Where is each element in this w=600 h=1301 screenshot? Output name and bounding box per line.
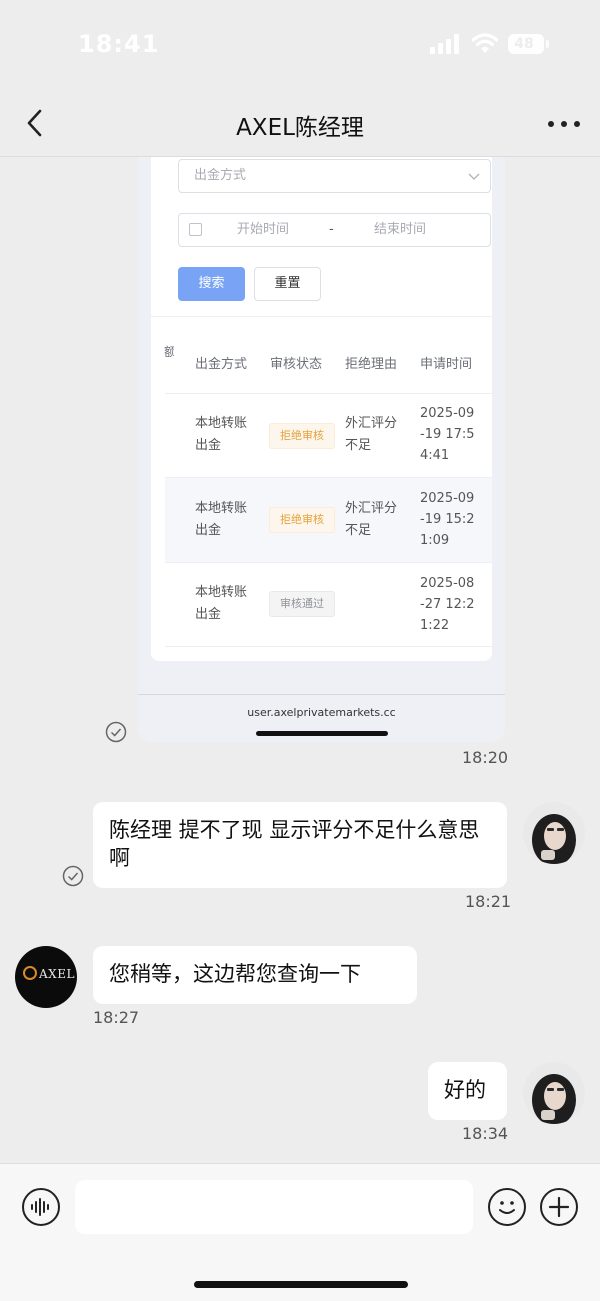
- column-header-time: 申请时间: [420, 357, 473, 372]
- row-divider: [165, 393, 492, 394]
- chat-title: AXEL陈经理: [236, 115, 364, 141]
- read-check-icon: [62, 865, 84, 887]
- table-cell-method: 本地转账出金: [195, 585, 248, 622]
- wifi-icon: [472, 33, 498, 53]
- voice-button[interactable]: [22, 1188, 60, 1226]
- method-select: 出金方式: [178, 159, 491, 193]
- status-badge: 拒绝审核: [269, 423, 335, 449]
- more-icon[interactable]: [546, 112, 582, 136]
- input-bar: [0, 1163, 600, 1301]
- more-actions-button[interactable]: [540, 1188, 578, 1226]
- table-cell-time: 2025-09-19 17:54:41: [420, 406, 475, 463]
- status-badge: 拒绝审核: [269, 507, 335, 533]
- axel-logo-icon: [23, 966, 37, 980]
- date-start: 开始时间: [237, 222, 290, 237]
- contact-avatar[interactable]: AXEL: [15, 946, 77, 1008]
- plus-icon: [548, 1196, 570, 1218]
- image-message[interactable]: 出金方式 开始时间 - 结束时间 搜索 重置 额 出金方式 审核状态 拒绝理由 …: [138, 157, 505, 742]
- smile-icon: [499, 1201, 515, 1214]
- row-divider: [165, 646, 492, 647]
- column-header-amount: 额: [164, 345, 174, 357]
- column-header-method: 出金方式: [195, 357, 248, 372]
- user-avatar[interactable]: [523, 1062, 585, 1124]
- table-cell-time: 2025-08-27 12:21:22: [420, 576, 475, 633]
- table-cell-time: 2025-09-19 15:21:09: [420, 491, 475, 548]
- emoji-button[interactable]: [488, 1188, 526, 1226]
- read-check-icon: [105, 721, 127, 743]
- outgoing-message[interactable]: 好的: [428, 1062, 507, 1120]
- method-select-placeholder: 出金方式: [194, 168, 247, 183]
- table-cell-method: 本地转账出金: [195, 501, 248, 538]
- date-separator: -: [329, 222, 334, 237]
- search-button: 搜索: [178, 267, 245, 301]
- avatar-brand-text: AXEL: [39, 967, 75, 981]
- user-avatar-image: [523, 802, 585, 864]
- message-time: 18:21: [465, 892, 512, 911]
- home-indicator: [194, 1281, 408, 1288]
- date-range: 开始时间 - 结束时间: [178, 213, 491, 247]
- message-time: 18:34: [462, 1124, 509, 1143]
- calendar-icon: [189, 223, 202, 236]
- browser-bar-divider: [138, 694, 505, 695]
- incoming-message[interactable]: 您稍等，这边帮您查询一下: [93, 946, 417, 1004]
- message-input[interactable]: [75, 1180, 473, 1234]
- battery-level: 48: [514, 36, 534, 52]
- user-avatar[interactable]: [523, 802, 585, 864]
- date-end: 结束时间: [374, 222, 427, 237]
- battery-cap: [546, 40, 549, 48]
- status-badge: 审核通过: [269, 591, 335, 617]
- table-top-border: [151, 316, 492, 317]
- status-time: 18:41: [78, 30, 160, 58]
- user-avatar-image: [523, 1062, 585, 1124]
- voice-wave-icon: [31, 1198, 49, 1216]
- chevron-down-icon: [468, 173, 480, 180]
- message-time: 18:20: [462, 748, 509, 767]
- signal-icon: [430, 34, 459, 54]
- outgoing-message[interactable]: 陈经理 提不了现 显示评分不足什么意思啊: [93, 802, 507, 888]
- column-header-reason: 拒绝理由: [345, 357, 398, 372]
- screenshot-card: 出金方式 开始时间 - 结束时间 搜索 重置 额 出金方式 审核状态 拒绝理由 …: [151, 157, 492, 661]
- column-header-status: 审核状态: [270, 357, 323, 372]
- message-time: 18:27: [93, 1008, 140, 1027]
- screenshot-home-indicator: [256, 731, 388, 736]
- browser-url: user.axelprivatemarkets.cc: [247, 706, 396, 719]
- table-cell-reason: 外汇评分不足: [345, 416, 398, 453]
- table-cell-reason: 外汇评分不足: [345, 501, 398, 538]
- row-divider: [165, 562, 492, 563]
- reset-button: 重置: [254, 267, 321, 301]
- table-cell-method: 本地转账出金: [195, 416, 248, 453]
